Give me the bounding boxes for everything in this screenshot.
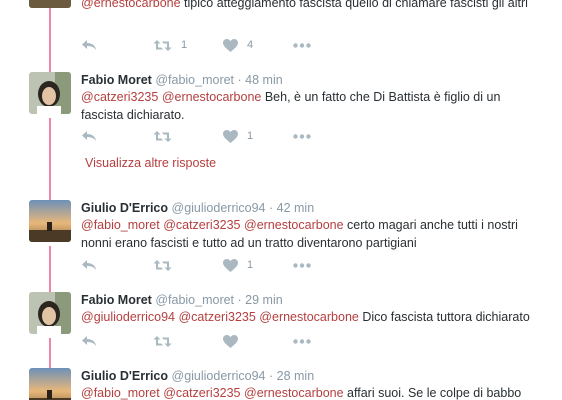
more-button[interactable] [293,133,311,139]
conversation-thread: @ernestocarbone tipico atteggiamento fas… [0,0,562,400]
retweet-icon [153,130,172,142]
tweet-actions: 1 [81,126,311,146]
tweet-timestamp[interactable]: 29 min [245,293,283,307]
tweet-header: Giulio D'Errico @giulioderrico94 · 42 mi… [81,200,542,216]
tweet-actions: 1 [81,255,311,275]
more-dots-icon [293,262,311,268]
more-dots-icon [293,133,311,139]
reply-icon [82,40,96,50]
author-name[interactable]: Giulio D'Errico [81,201,168,215]
author-name[interactable]: Fabio Moret [81,73,152,87]
tweet[interactable]: Giulio D'Errico @giulioderrico94 · 28 mi… [0,368,562,400]
more-dots-icon [293,42,311,48]
retweet-icon [153,335,172,347]
avatar[interactable] [29,0,71,8]
heart-icon [223,258,238,272]
mention-link[interactable]: @ernestocarbone [162,90,262,104]
tweet-text: @giulioderrico94 @catzeri3235 @ernestoca… [81,308,542,326]
mention-link[interactable]: @ernestocarbone [244,386,344,400]
avatar[interactable] [29,292,71,334]
mention-link[interactable]: @catzeri3235 [163,218,240,232]
tweet-header: Fabio Moret @fabio_moret · 48 min [81,72,542,88]
tweet-text-fragment: Dico fascista tuttora dichiarato [358,310,530,324]
header-separator: · [268,369,274,383]
like-button[interactable]: 1 [223,258,293,272]
tweet-timestamp[interactable]: 28 min [277,369,315,383]
reply-button[interactable] [81,129,153,143]
author-username[interactable]: @giulioderrico94 [172,369,266,383]
header-separator: · [237,293,242,307]
heart-icon [223,129,238,143]
like-button[interactable]: 1 [223,129,293,143]
header-separator: · [237,73,242,87]
tweet-header: Fabio Moret @fabio_moret · 29 min [81,292,542,308]
reply-icon [82,336,96,346]
retweet-button[interactable] [153,259,223,272]
show-more-replies-link[interactable]: Visualizza altre risposte [85,155,216,171]
mention-link[interactable]: @catzeri3235 [81,90,158,104]
avatar-image [29,292,71,334]
retweet-icon [153,259,172,271]
author-name[interactable]: Giulio D'Errico [81,369,168,383]
heart-icon [223,38,238,52]
reply-button[interactable] [81,334,153,348]
mention-link[interactable]: @fabio_moret [81,218,160,232]
avatar-image [29,72,71,114]
mention-link[interactable]: @ernestocarbone [244,218,344,232]
avatar-image [29,0,71,8]
tweet-timestamp[interactable]: 42 min [277,201,315,215]
reply-icon [82,260,96,270]
avatar-image [29,368,71,400]
tweet[interactable]: Giulio D'Errico @giulioderrico94 · 42 mi… [0,200,562,282]
mention-link[interactable]: @catzeri3235 [178,310,255,324]
like-button[interactable] [223,334,293,348]
mention-link[interactable]: @ernestocarbone [81,0,181,10]
mention-link[interactable]: @ernestocarbone [259,310,359,324]
like-button[interactable]: 4 [223,38,293,52]
mention-link[interactable]: @giulioderrico94 [81,310,175,324]
reply-button[interactable] [81,38,153,52]
reply-icon [82,131,96,141]
heart-icon [223,334,238,348]
retweet-button[interactable] [153,335,223,348]
tweet-actions [81,331,311,351]
tweet-text: @fabio_moret @catzeri3235 @ernestocarbon… [81,384,542,400]
author-username[interactable]: @fabio_moret [155,73,234,87]
tweet-header: Giulio D'Errico @giulioderrico94 · 28 mi… [81,368,542,384]
avatar[interactable] [29,72,71,114]
tweet-text: @fabio_moret @catzeri3235 @ernestocarbon… [81,216,542,252]
reply-button[interactable] [81,258,153,272]
more-button[interactable] [293,262,311,268]
tweet-timestamp[interactable]: 48 min [245,73,283,87]
retweet-button[interactable]: 1 [153,39,223,52]
retweet-button[interactable] [153,130,223,143]
tweet[interactable]: Fabio Moret @fabio_moret · 29 min @giuli… [0,292,562,356]
avatar[interactable] [29,200,71,242]
tweet-text-fragment: affari suoi. Se le colpe di babbo [343,386,522,400]
more-dots-icon [293,338,311,344]
tweet[interactable]: @ernestocarbone tipico atteggiamento fas… [0,0,562,62]
avatar-image [29,200,71,242]
author-name[interactable]: Fabio Moret [81,293,152,307]
more-button[interactable] [293,42,311,48]
more-button[interactable] [293,338,311,344]
author-username[interactable]: @giulioderrico94 [172,201,266,215]
like-count: 1 [247,130,254,142]
tweet-text: @catzeri3235 @ernestocarbone Beh, è un f… [81,88,542,124]
tweet-actions: 1 4 [81,35,311,55]
tweet[interactable]: Fabio Moret @fabio_moret · 48 min @catze… [0,72,562,152]
retweet-count: 1 [181,39,188,51]
mention-link[interactable]: @catzeri3235 [163,386,240,400]
author-username[interactable]: @fabio_moret [155,293,234,307]
tweet-text-fragment: tipico atteggiamento fascista quello di … [180,0,528,10]
retweet-icon [153,39,172,51]
avatar[interactable] [29,368,71,400]
header-separator: · [268,201,274,215]
like-count: 4 [247,39,254,51]
mention-link[interactable]: @fabio_moret [81,386,160,400]
like-count: 1 [247,259,254,271]
tweet-text: @ernestocarbone tipico atteggiamento fas… [81,0,542,12]
